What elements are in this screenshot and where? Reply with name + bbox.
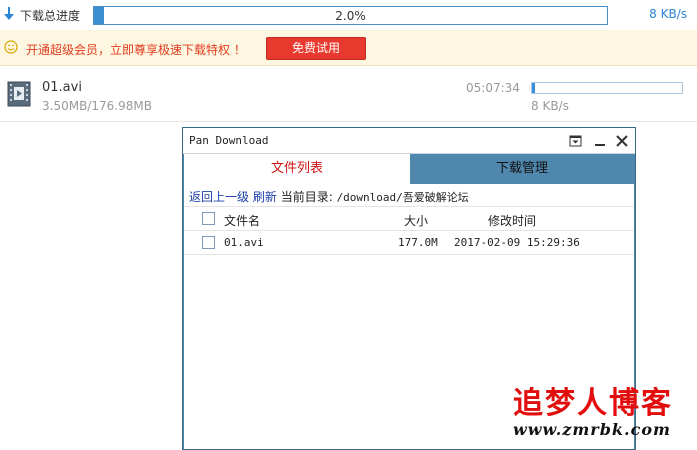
file-mtime-cell: 2017-02-09 15:29:36 bbox=[454, 236, 580, 249]
column-header-name[interactable]: 文件名 bbox=[224, 212, 260, 229]
select-all-checkbox[interactable] bbox=[202, 212, 215, 225]
site-watermark: 追梦人博客 www.zmrbk.com bbox=[505, 372, 697, 450]
window-tabs: 文件列表 下载管理 bbox=[184, 154, 634, 184]
file-size-cell: 177.0M bbox=[398, 236, 438, 249]
current-dir-label: 当前目录: bbox=[280, 190, 333, 204]
dropdown-menu-icon[interactable] bbox=[567, 132, 585, 150]
total-progress-label: 下载总进度 bbox=[20, 9, 81, 23]
refresh-link[interactable]: 刷新 bbox=[253, 190, 277, 204]
total-progress-percent: 2.0% bbox=[335, 9, 366, 23]
vip-promo-text: 开通超级会员，立即尊享极速下载特权 ！ bbox=[26, 43, 246, 57]
download-file-name: 01.avi bbox=[42, 80, 82, 95]
close-icon[interactable] bbox=[613, 132, 631, 150]
table-row[interactable]: 01.avi 177.0M 2017-02-09 15:29:36 bbox=[184, 231, 634, 255]
download-item-progress-bar bbox=[531, 82, 683, 94]
column-header-mtime[interactable]: 修改时间 bbox=[488, 212, 536, 229]
download-time-left: 05:07:34 bbox=[466, 81, 520, 95]
tab-download-manager[interactable]: 下载管理 bbox=[410, 154, 634, 184]
breadcrumb: 返回上一级 刷新 当前目录: /download/吾爱破解论坛 bbox=[189, 188, 469, 205]
column-header-size[interactable]: 大小 bbox=[404, 212, 428, 229]
total-speed: 8 KB/s bbox=[649, 7, 687, 21]
tab-file-list[interactable]: 文件列表 bbox=[184, 154, 410, 184]
download-item-speed: 8 KB/s bbox=[531, 99, 569, 113]
download-item-progress-fill bbox=[532, 83, 535, 93]
row-checkbox[interactable] bbox=[202, 236, 215, 249]
download-file-size: 3.50MB/176.98MB bbox=[42, 99, 152, 113]
video-file-icon bbox=[7, 81, 31, 107]
file-list-header: 文件名 大小 修改时间 bbox=[184, 206, 634, 231]
window-title: Pan Download bbox=[189, 134, 269, 147]
current-dir-path: /download/吾爱破解论坛 bbox=[336, 191, 469, 204]
file-name-cell: 01.avi bbox=[224, 236, 264, 249]
total-progress-bar: 2.0% bbox=[93, 6, 608, 25]
free-trial-button[interactable]: 免费试用 bbox=[266, 37, 366, 60]
total-progress-row: 下载总进度 2.0% 8 KB/s bbox=[0, 0, 697, 30]
smile-icon bbox=[4, 40, 18, 54]
window-titlebar[interactable]: Pan Download bbox=[183, 128, 635, 154]
watermark-url: www.zmrbk.com bbox=[513, 420, 671, 439]
minimize-icon[interactable] bbox=[591, 132, 609, 150]
go-up-link[interactable]: 返回上一级 bbox=[189, 190, 249, 204]
vip-promo-banner: 开通超级会员，立即尊享极速下载特权 ！ 免费试用 bbox=[0, 30, 697, 66]
download-arrow-icon bbox=[4, 7, 14, 20]
download-item-row[interactable]: 01.avi 3.50MB/176.98MB 05:07:34 8 KB/s bbox=[0, 66, 697, 122]
watermark-title: 追梦人博客 bbox=[513, 386, 673, 421]
